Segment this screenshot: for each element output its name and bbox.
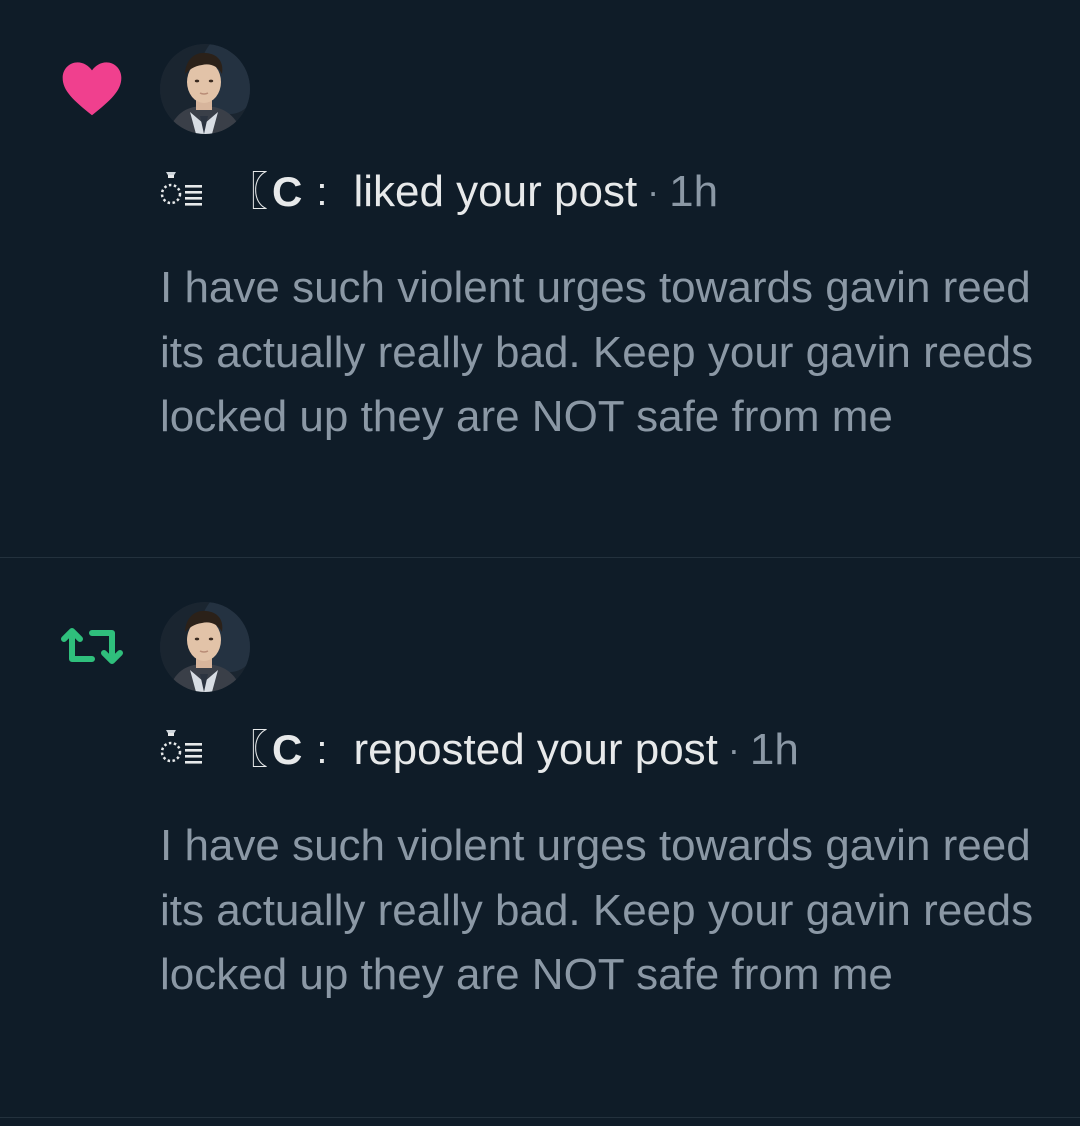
repost-icon — [56, 610, 128, 682]
post-text[interactable]: I have such violent urges towards gavin … — [160, 814, 1060, 1008]
action-text: reposted your post — [353, 725, 718, 774]
display-name[interactable]: C — [272, 720, 302, 780]
display-name-colon: : — [316, 728, 328, 772]
notification-repost[interactable]: 〖 C : reposted your post · 1h I have suc… — [0, 558, 1080, 1118]
action-text: liked your post — [353, 167, 638, 216]
notification-headline: 〖 C : liked your post · 1h — [160, 162, 718, 222]
avatar[interactable] — [160, 44, 250, 134]
timestamp[interactable]: 1h — [750, 720, 799, 780]
ring-list-emoji — [160, 726, 208, 774]
separator: · — [727, 729, 740, 770]
display-name-bracket[interactable]: 〖 — [228, 162, 268, 222]
notification-headline: 〖 C : reposted your post · 1h — [160, 720, 799, 780]
avatar[interactable] — [160, 602, 250, 692]
display-name[interactable]: C — [272, 162, 302, 222]
post-text[interactable]: I have such violent urges towards gavin … — [160, 256, 1060, 450]
timestamp[interactable]: 1h — [669, 162, 718, 222]
display-name-colon: : — [316, 170, 328, 214]
ring-list-emoji — [160, 168, 208, 216]
separator: · — [647, 171, 660, 212]
heart-icon — [56, 52, 128, 124]
notification-like[interactable]: 〖 C : liked your post · 1h I have such v… — [0, 0, 1080, 558]
display-name-bracket[interactable]: 〖 — [228, 720, 268, 780]
